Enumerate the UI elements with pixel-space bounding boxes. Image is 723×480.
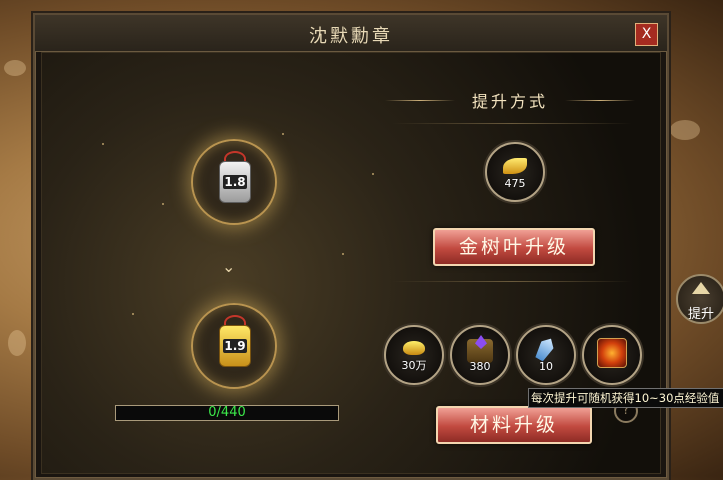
material-item[interactable]: 380 (450, 325, 510, 385)
star-decor (102, 143, 104, 145)
dog-tag-icon: 1.8 (219, 161, 251, 203)
material-item[interactable] (582, 325, 642, 385)
side-upgrade-label: 提升 (687, 307, 714, 322)
medal-level: 1.9 (223, 339, 247, 353)
next-medal[interactable]: 1.9 (191, 303, 277, 389)
title-bar: 沈默勳章 X (35, 15, 667, 52)
ornament-left (385, 100, 455, 101)
item-quantity: 380 (469, 360, 491, 373)
section-title: 提升方式 (471, 92, 548, 111)
experience-progress-bar: 0/440 (115, 405, 339, 421)
star-decor (162, 203, 164, 205)
upgrade-section-header: 提升方式 (385, 88, 635, 114)
item-quantity: 30万 (401, 359, 427, 372)
arrow-down-icon: ⌄ (222, 257, 236, 276)
star-decor (372, 173, 374, 175)
gold-leaf-upgrade-button[interactable]: 金树叶升级 (433, 228, 595, 266)
progress-text: 0/440 (208, 405, 246, 420)
close-button[interactable]: X (635, 23, 658, 46)
medal-level: 1.8 (223, 175, 247, 189)
window-title: 沈默勳章 (309, 26, 393, 47)
star-decor (342, 253, 344, 255)
current-medal[interactable]: 1.8 (191, 139, 277, 225)
background-decor (8, 330, 26, 356)
upgrade-tooltip: 每次提升可随机获得10~30点经验值 (528, 388, 723, 408)
background-decor (670, 120, 700, 140)
star-decor (132, 313, 134, 315)
dog-tag-icon: 1.9 (219, 325, 251, 367)
gold-ingot-icon (403, 341, 425, 355)
side-upgrade-button[interactable]: 提升 (676, 274, 723, 324)
gold-leaf-icon (503, 158, 527, 174)
item-quantity: 10 (539, 360, 553, 373)
material-upgrade-button[interactable]: 材料升级 (436, 406, 592, 444)
fire-orb-icon (597, 338, 627, 368)
star-decor (282, 133, 284, 135)
background-decor (4, 60, 26, 76)
arrow-up-icon (692, 282, 710, 294)
material-item[interactable]: 30万 (384, 325, 444, 385)
ornament-right (565, 100, 635, 101)
divider (392, 281, 632, 282)
material-item[interactable]: 10 (516, 325, 576, 385)
gold-leaf-item[interactable]: 475 (485, 142, 545, 202)
crystal-shard-icon (533, 335, 557, 363)
divider (392, 123, 632, 124)
item-quantity: 475 (504, 177, 526, 190)
